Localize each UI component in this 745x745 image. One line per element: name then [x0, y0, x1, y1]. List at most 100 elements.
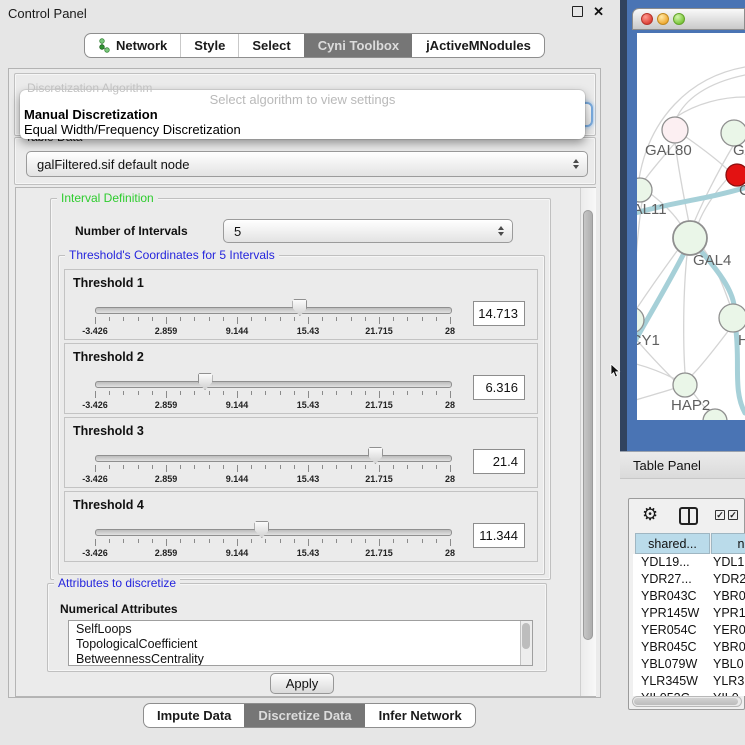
- table-data-combobox[interactable]: galFiltered.sif default node: [26, 151, 588, 177]
- tick-mark: [209, 317, 210, 321]
- node-label-hap2: HAP2: [671, 397, 710, 414]
- table-row[interactable]: YBR045CYBR0: [633, 639, 745, 656]
- slider-track[interactable]: [95, 529, 452, 536]
- network-edge-gray[interactable]: [637, 388, 675, 401]
- network-view-window: GAL80GALCGAL11GAL4GCY1HAHAP2: [620, 0, 745, 451]
- tick-label: -3.426: [82, 326, 108, 336]
- tab-jactivemnodules[interactable]: jActiveMNodules: [412, 34, 544, 57]
- cell-shared-name: YER054C: [641, 623, 697, 637]
- network-graph[interactable]: GAL80GALCGAL11GAL4GCY1HAHAP2: [637, 33, 745, 420]
- algorithm-option-manual[interactable]: Manual Discretization: [20, 107, 585, 122]
- slider-track[interactable]: [95, 307, 452, 314]
- tick-mark: [251, 391, 252, 395]
- table-panel-title: Table Panel: [633, 458, 701, 473]
- slider-track[interactable]: [95, 455, 452, 462]
- close-traffic-light-icon[interactable]: [641, 13, 653, 25]
- tick-mark: [152, 391, 153, 395]
- tick-mark: [422, 391, 423, 395]
- tick-mark: [95, 391, 96, 398]
- threshold-value-field[interactable]: 6.316: [473, 375, 525, 400]
- threshold-value-field[interactable]: 14.713: [473, 301, 525, 326]
- attributes-list-scrollbar[interactable]: [520, 621, 532, 665]
- tick-mark: [393, 391, 394, 395]
- network-edge-gray[interactable]: [698, 179, 727, 224]
- split-columns-icon[interactable]: [679, 507, 698, 525]
- network-canvas[interactable]: GAL80GALCGAL11GAL4GCY1HAHAP2: [637, 33, 745, 420]
- slider-track[interactable]: [95, 381, 452, 388]
- table-row[interactable]: YER054CYER0: [633, 622, 745, 639]
- tab-impute-data[interactable]: Impute Data: [144, 704, 244, 727]
- settings-vertical-scrollbar[interactable]: [580, 188, 596, 696]
- tick-label: 28: [445, 548, 455, 558]
- tab-cyni-toolbox[interactable]: Cyni Toolbox: [304, 34, 412, 57]
- tick-label: 2.859: [155, 548, 178, 558]
- minimize-traffic-light-icon[interactable]: [657, 13, 669, 25]
- scrollbar-thumb[interactable]: [583, 210, 593, 640]
- tick-mark: [294, 539, 295, 543]
- table-row[interactable]: YLR345WYLR3: [633, 673, 745, 690]
- column-header-shared-name[interactable]: shared...: [635, 533, 710, 554]
- network-edge-gray[interactable]: [686, 137, 729, 171]
- table-row[interactable]: YDL19...YDL1: [633, 554, 745, 571]
- cell-name: YBR0: [713, 589, 745, 603]
- table-horizontal-scrollbar[interactable]: [632, 696, 742, 707]
- threshold-value-field[interactable]: 11.344: [473, 523, 525, 548]
- tick-label: 2.859: [155, 400, 178, 410]
- table-row[interactable]: YDR27...YDR2: [633, 571, 745, 588]
- zoom-traffic-light-icon[interactable]: [673, 13, 685, 25]
- tick-mark: [209, 465, 210, 469]
- column-header-name[interactable]: n: [711, 533, 745, 554]
- tick-mark: [152, 465, 153, 469]
- network-edge-gray[interactable]: [637, 363, 675, 379]
- tick-mark: [123, 539, 124, 543]
- tick-mark: [280, 317, 281, 321]
- network-node-hap2[interactable]: [673, 373, 697, 397]
- apply-button[interactable]: Apply: [270, 673, 334, 694]
- tick-mark: [422, 539, 423, 543]
- tab-style[interactable]: Style: [180, 34, 238, 57]
- tick-mark: [422, 317, 423, 321]
- tick-mark: [109, 465, 110, 469]
- threshold-4-box: Threshold 4-3.4262.8599.14415.4321.71528…: [64, 491, 538, 562]
- tick-mark: [109, 391, 110, 395]
- tab-infer-network[interactable]: Infer Network: [365, 704, 475, 727]
- table-row[interactable]: YPR145WYPR1: [633, 605, 745, 622]
- tab-discretize-data[interactable]: Discretize Data: [244, 704, 364, 727]
- tick-mark: [308, 317, 309, 324]
- tick-mark: [95, 317, 96, 324]
- algorithm-dropdown-popup: Select algorithm to view settings Manual…: [20, 90, 585, 139]
- table-row[interactable]: YBL079WYBL0: [633, 656, 745, 673]
- control-panel-tabbar: NetworkStyleSelectCyni Toolbox jActiveMNo…: [84, 33, 545, 58]
- network-icon: [98, 38, 111, 53]
- list-item-topologicalcoefficient[interactable]: TopologicalCoefficient: [76, 637, 197, 651]
- algorithm-option-equal-width[interactable]: Equal Width/Frequency Discretization: [20, 122, 585, 137]
- threshold-value-field[interactable]: 21.4: [473, 449, 525, 474]
- network-edge-gray[interactable]: [691, 330, 729, 376]
- network-node-gal11[interactable]: [637, 178, 652, 202]
- slider-ticks: [95, 465, 452, 473]
- network-edge-gray[interactable]: [684, 255, 687, 373]
- scrollbar-thumb[interactable]: [634, 698, 738, 705]
- checkbox-icon[interactable]: ✓: [728, 510, 738, 520]
- tab-network[interactable]: Network: [85, 34, 180, 57]
- table-row[interactable]: YBR043CYBR0: [633, 588, 745, 605]
- tab-select[interactable]: Select: [238, 34, 303, 57]
- network-edge-gray[interactable]: [676, 97, 745, 117]
- gear-icon[interactable]: ⚙: [642, 502, 658, 526]
- tick-mark: [251, 317, 252, 321]
- close-icon[interactable]: ✕: [593, 6, 604, 17]
- list-item-selfloops[interactable]: SelfLoops: [76, 622, 132, 636]
- tick-mark: [393, 465, 394, 469]
- tick-mark: [180, 317, 181, 321]
- network-node-gal80[interactable]: [662, 117, 688, 143]
- network-node-gal4[interactable]: [673, 221, 707, 255]
- numerical-attributes-list[interactable]: SelfLoopsTopologicalCoefficientBetweenne…: [68, 620, 533, 666]
- checkbox-icon[interactable]: ✓: [715, 510, 725, 520]
- cell-shared-name: YDL19...: [641, 555, 690, 569]
- float-window-icon[interactable]: [572, 6, 583, 17]
- network-node-clipped-right-mid[interactable]: [719, 304, 745, 332]
- scrollbar-thumb[interactable]: [522, 623, 530, 649]
- list-item-betweennesscentrality[interactable]: BetweennessCentrality: [76, 652, 204, 666]
- number-of-intervals-combobox[interactable]: 5: [223, 219, 513, 243]
- tab-label: jActiveMNodules: [426, 38, 531, 53]
